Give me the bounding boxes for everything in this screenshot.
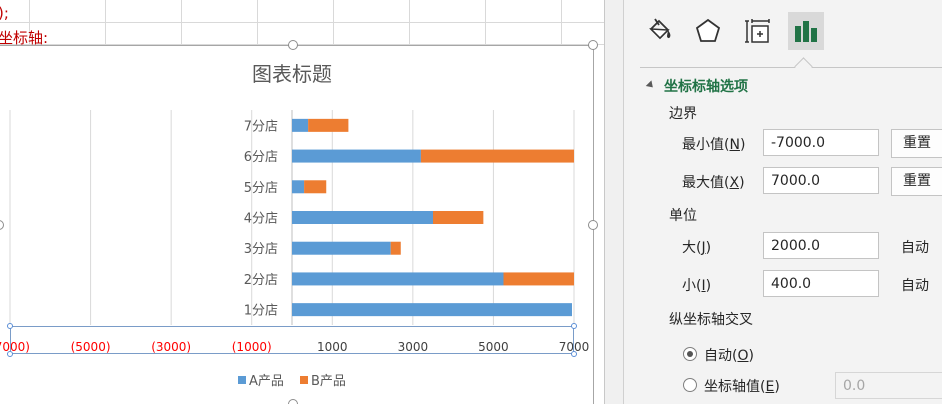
collapse-triangle-icon bbox=[645, 80, 656, 91]
max-reset-button[interactable]: 重置 bbox=[891, 167, 942, 196]
category-label: 6分店 bbox=[244, 150, 278, 165]
splitter-track bbox=[605, 0, 624, 404]
tab-size-properties[interactable] bbox=[740, 12, 776, 50]
major-unit-input[interactable]: 2000.0 bbox=[763, 232, 879, 259]
active-tab-indicator bbox=[794, 57, 813, 76]
bar-a bbox=[292, 118, 309, 132]
format-axis-pane: 坐标标轴选项 边界 最小值(N) -7000.0 重置 最大值(X) 7000.… bbox=[623, 0, 942, 404]
axis-options-section-header[interactable]: 坐标标轴选项 bbox=[645, 76, 748, 96]
category-label: 1分店 bbox=[244, 304, 278, 319]
max-label: 最大值(X) bbox=[682, 175, 745, 191]
crosses-value-label[interactable]: 坐标轴值(E) bbox=[704, 376, 780, 396]
bar-b bbox=[308, 118, 349, 132]
bar-a bbox=[292, 149, 421, 163]
legend-swatch-b bbox=[300, 375, 308, 384]
bar-chart-icon bbox=[795, 21, 817, 42]
bar-a bbox=[292, 241, 391, 255]
units-title: 单位 bbox=[669, 208, 697, 224]
bar-b bbox=[433, 211, 484, 224]
legend-swatch-a bbox=[238, 375, 246, 384]
bar-b bbox=[503, 272, 574, 286]
worksheet-area[interactable]: ); 坐标轴: 图表标题 (7000)(5000)(3000)(1000)100… bbox=[0, 0, 604, 404]
vertical-axis-crosses-title: 纵坐标轴交叉 bbox=[669, 312, 753, 328]
category-label: 7分店 bbox=[244, 119, 278, 134]
min-reset-button[interactable]: 重置 bbox=[891, 129, 942, 158]
section-title: 坐标标轴选项 bbox=[664, 79, 748, 95]
pentagon-icon bbox=[695, 18, 721, 42]
major-unit-auto-label: 自动 bbox=[901, 240, 929, 256]
crosses-auto-radio[interactable] bbox=[683, 347, 697, 361]
crosses-auto-label[interactable]: 自动(O) bbox=[704, 345, 754, 365]
minor-unit-input[interactable]: 400.0 bbox=[763, 270, 879, 297]
legend-label-b: B产品 bbox=[311, 374, 346, 389]
bounds-title: 边界 bbox=[669, 106, 697, 122]
bar-a bbox=[292, 180, 305, 194]
category-label: 2分店 bbox=[244, 273, 278, 288]
axis-selection-handle[interactable] bbox=[571, 323, 577, 329]
tab-divider bbox=[640, 67, 942, 68]
legend-item-b[interactable]: B产品 bbox=[300, 370, 346, 389]
crosses-value-radio[interactable] bbox=[683, 378, 697, 392]
bar-a bbox=[292, 303, 572, 317]
legend-item-a[interactable]: A产品 bbox=[238, 370, 284, 389]
minor-unit-label: 小(I) bbox=[682, 278, 712, 294]
crosses-value-input[interactable]: 0.0 bbox=[835, 372, 942, 399]
tab-fill-line[interactable] bbox=[642, 12, 678, 50]
bar-b bbox=[420, 149, 574, 163]
tab-axis-options[interactable] bbox=[788, 12, 824, 50]
bar-a bbox=[292, 211, 433, 224]
bar-b bbox=[390, 241, 401, 255]
size-properties-icon bbox=[745, 19, 770, 43]
paint-bucket-icon bbox=[649, 18, 671, 40]
axis-selection-handle[interactable] bbox=[571, 351, 577, 357]
bar-b bbox=[304, 180, 327, 194]
legend-label-a: A产品 bbox=[249, 374, 284, 389]
horizontal-axis-selection[interactable] bbox=[10, 326, 574, 354]
major-unit-label: 大(J) bbox=[682, 240, 712, 256]
minor-unit-auto-label: 自动 bbox=[901, 278, 929, 294]
axis-selection-handle[interactable] bbox=[7, 323, 13, 329]
max-bound-input[interactable]: 7000.0 bbox=[763, 167, 879, 194]
pane-splitter[interactable] bbox=[604, 0, 624, 404]
category-label: 4分店 bbox=[244, 212, 278, 227]
category-label: 5分店 bbox=[244, 181, 278, 196]
min-bound-input[interactable]: -7000.0 bbox=[763, 129, 879, 156]
axis-selection-handle[interactable] bbox=[7, 351, 13, 357]
tab-effects[interactable] bbox=[690, 12, 726, 50]
bar-a bbox=[292, 272, 504, 286]
category-label: 3分店 bbox=[244, 242, 278, 257]
min-label: 最小值(N) bbox=[682, 137, 746, 153]
